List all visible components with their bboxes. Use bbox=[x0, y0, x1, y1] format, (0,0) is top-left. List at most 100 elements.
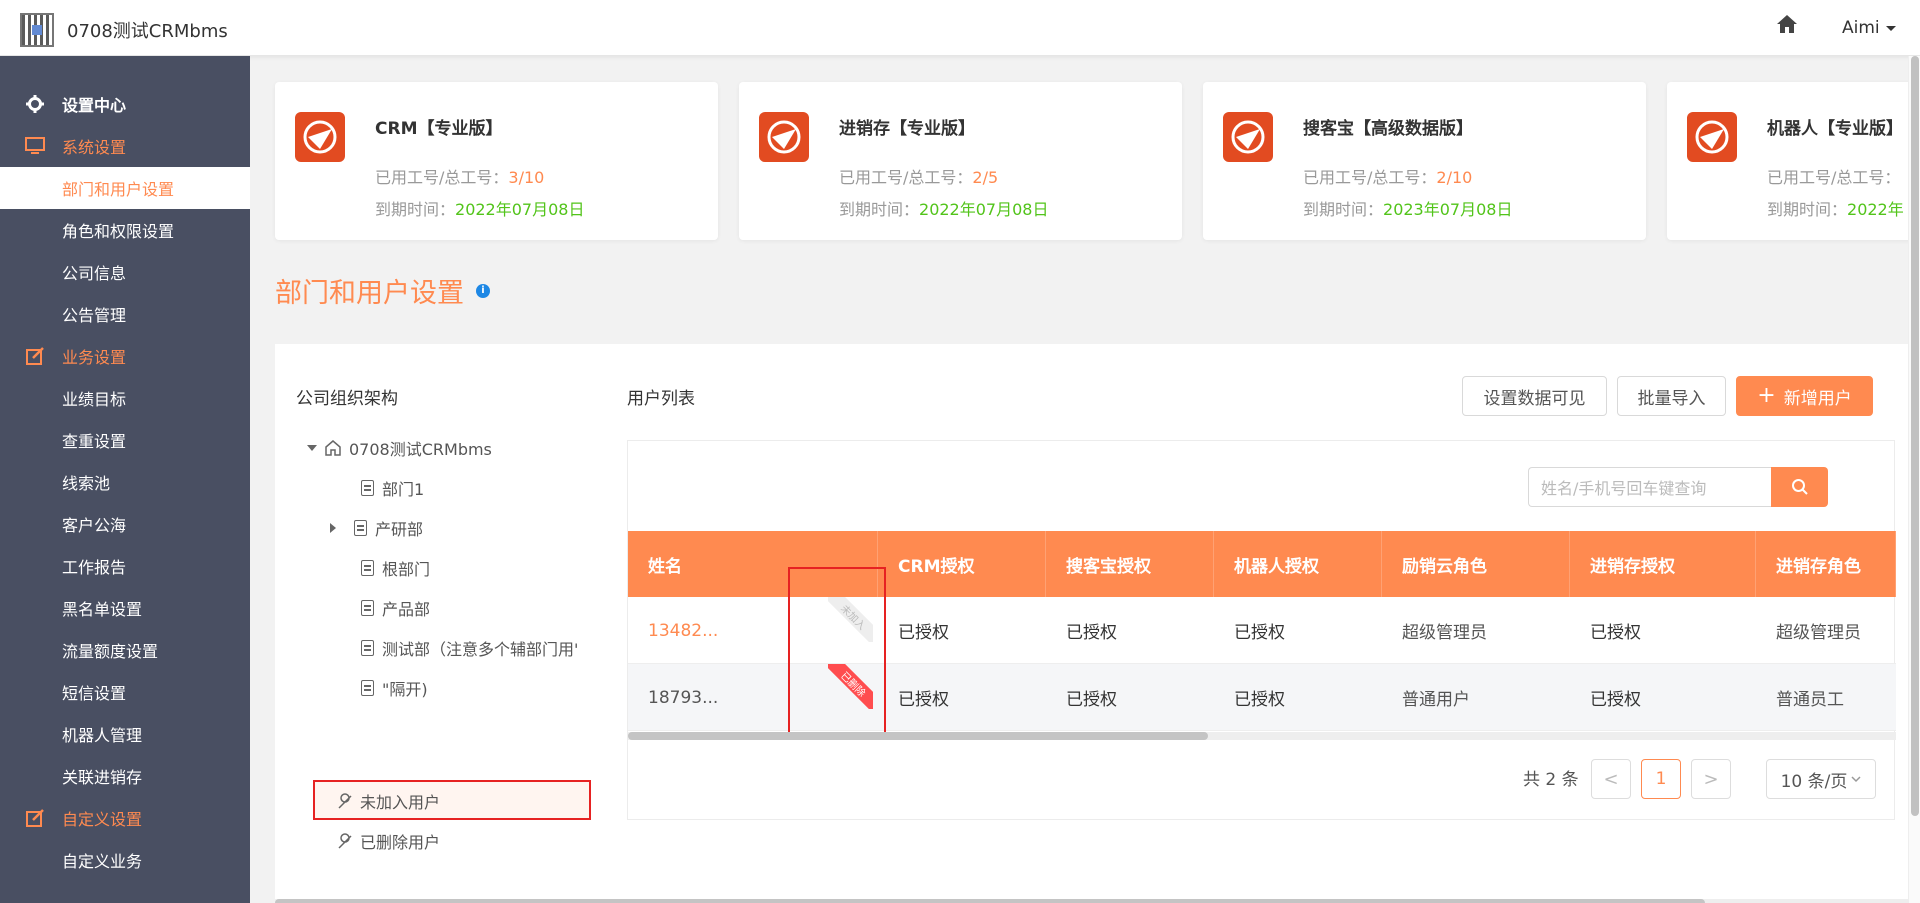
column-header[interactable]: CRM授权 bbox=[878, 531, 1046, 597]
table-cell: 已授权 bbox=[898, 623, 949, 643]
main-content: CRM【专业版】 已用工号/总工号：3/10 到期时间：2022年07月08日 … bbox=[250, 56, 1920, 903]
next-page-button[interactable]: > bbox=[1691, 759, 1731, 799]
product-expiry: 到期时间：2023年07月08日 bbox=[1303, 200, 1513, 219]
scrollbar-thumb[interactable] bbox=[275, 899, 1705, 903]
sidebar-item-label: 公告管理 bbox=[62, 306, 127, 325]
table-cell: 超级管理员 bbox=[1402, 623, 1487, 643]
column-header[interactable]: 进销存角色 bbox=[1756, 531, 1896, 597]
column-header[interactable]: 机器人授权 bbox=[1214, 531, 1382, 597]
sidebar-item-customer-pool[interactable]: 客户公海 bbox=[0, 503, 250, 545]
tree-node-label: 产品部 bbox=[382, 600, 431, 619]
sidebar-item-label: 自定义业务 bbox=[62, 852, 143, 871]
chevron-down-icon bbox=[1885, 25, 1896, 31]
sidebar-item-label: 查重设置 bbox=[62, 432, 127, 451]
batch-import-button[interactable]: 批量导入 bbox=[1617, 376, 1726, 416]
document-icon bbox=[361, 600, 374, 616]
tree-node-dept[interactable]: 产品部 bbox=[361, 596, 430, 620]
caret-down-icon[interactable] bbox=[307, 445, 317, 451]
add-user-button[interactable]: + 新增用户 bbox=[1736, 376, 1873, 416]
sidebar-item-inventory-link[interactable]: 关联进销存 bbox=[0, 755, 250, 797]
tree-node-label: 部门1 bbox=[382, 480, 425, 499]
user-name-link[interactable]: 13482... bbox=[628, 597, 718, 664]
product-seats: 已用工号/总工号：3/10 bbox=[375, 168, 545, 187]
search-icon bbox=[1791, 479, 1808, 495]
tree-node-dept[interactable]: 部门1 bbox=[361, 476, 424, 500]
sidebar-group-settings-center[interactable]: 设置中心 bbox=[0, 83, 250, 125]
tree-root-label: 0708测试CRMbms bbox=[349, 440, 492, 459]
sidebar-item-dept-users[interactable]: 部门和用户设置 bbox=[0, 167, 250, 209]
home-outline-icon bbox=[325, 440, 341, 456]
sidebar-item-custom-business[interactable]: 自定义业务 bbox=[0, 839, 250, 881]
sidebar-item-announcements[interactable]: 公告管理 bbox=[0, 293, 250, 335]
caret-right-icon[interactable] bbox=[330, 523, 336, 533]
column-header[interactable]: 进销存授权 bbox=[1570, 531, 1756, 597]
tree-node-dept[interactable]: 产研部 bbox=[330, 516, 423, 540]
product-seats: 已用工号/总工号：2/10 bbox=[1303, 168, 1473, 187]
table-cell: 已授权 bbox=[898, 690, 949, 710]
scrollbar-thumb[interactable] bbox=[1911, 56, 1919, 816]
tree-root[interactable]: 0708测试CRMbms bbox=[307, 436, 492, 460]
org-tree-title: 公司组织架构 bbox=[296, 389, 398, 409]
sidebar-item-lead-pool[interactable]: 线索池 bbox=[0, 461, 250, 503]
sidebar-item-label: 关联进销存 bbox=[62, 768, 143, 787]
sidebar-item-sms[interactable]: 短信设置 bbox=[0, 671, 250, 713]
table-cell: 已授权 bbox=[1066, 690, 1117, 710]
table-scrollbar[interactable] bbox=[628, 732, 1896, 740]
document-icon bbox=[354, 520, 367, 536]
tree-node-dept[interactable]: 根部门 bbox=[361, 556, 430, 580]
sidebar-item-company-info[interactable]: 公司信息 bbox=[0, 251, 250, 293]
sidebar-group-business[interactable]: 业务设置 bbox=[0, 335, 250, 377]
sidebar-group-custom[interactable]: 自定义设置 bbox=[0, 797, 250, 839]
data-visibility-button[interactable]: 设置数据可见 bbox=[1462, 376, 1607, 416]
qr-logo-icon bbox=[20, 13, 54, 47]
user-remove-icon bbox=[338, 833, 352, 849]
home-icon[interactable] bbox=[1776, 14, 1802, 40]
scrollbar-thumb[interactable] bbox=[628, 732, 1208, 740]
tree-node-dept[interactable]: 测试部（注意多个辅部门用' bbox=[361, 636, 601, 660]
tree-node-dept[interactable]: "隔开) bbox=[361, 676, 428, 700]
search-input[interactable]: 姓名/手机号回车键查询 bbox=[1528, 467, 1771, 507]
prev-page-button[interactable]: < bbox=[1591, 759, 1631, 799]
tree-node-not-joined[interactable]: 未加入用户 bbox=[338, 789, 440, 813]
add-user-label: 新增用户 bbox=[1783, 388, 1852, 409]
sidebar-item-targets[interactable]: 业绩目标 bbox=[0, 377, 250, 419]
page-size-select[interactable]: 10 条/页 bbox=[1766, 759, 1876, 799]
column-header[interactable]: 搜客宝授权 bbox=[1046, 531, 1214, 597]
tree-node-label: "隔开) bbox=[382, 680, 428, 699]
sidebar-group-system[interactable]: 系统设置 bbox=[0, 125, 250, 167]
sidebar-item-label: 业务设置 bbox=[62, 348, 127, 367]
column-header[interactable]: 励销云角色 bbox=[1382, 531, 1570, 597]
user-list-title: 用户列表 bbox=[627, 389, 695, 409]
sidebar-item-robot[interactable]: 机器人管理 bbox=[0, 713, 250, 755]
search-button[interactable] bbox=[1771, 467, 1828, 507]
table-cell: 普通用户 bbox=[1402, 690, 1470, 710]
tree-node-deleted[interactable]: 已删除用户 bbox=[338, 829, 440, 853]
tree-node-label: 产研部 bbox=[375, 520, 424, 539]
sidebar-item-roles[interactable]: 角色和权限设置 bbox=[0, 209, 250, 251]
sidebar-item-work-report[interactable]: 工作报告 bbox=[0, 545, 250, 587]
page-title: 部门和用户设置 i bbox=[275, 271, 490, 310]
product-logo-icon bbox=[1687, 112, 1737, 162]
sidebar-item-blacklist[interactable]: 黑名单设置 bbox=[0, 587, 250, 629]
product-seats: 已用工号/总工号： bbox=[1767, 168, 1901, 187]
sidebar-item-traffic-quota[interactable]: 流量额度设置 bbox=[0, 629, 250, 671]
app-title: 0708测试CRMbms bbox=[67, 21, 228, 42]
user-name[interactable]: 18793... bbox=[628, 664, 718, 731]
top-bar: 0708测试CRMbms Aimi bbox=[0, 0, 1920, 56]
product-card: 搜客宝【高级数据版】 已用工号/总工号：2/10 到期时间：2023年07月08… bbox=[1203, 82, 1646, 240]
product-logo-icon bbox=[1223, 112, 1273, 162]
panel-scrollbar[interactable] bbox=[275, 899, 1920, 903]
product-card: 机器人【专业版】 已用工号/总工号： 到期时间：2022年 bbox=[1667, 82, 1920, 240]
user-menu[interactable]: Aimi bbox=[1842, 18, 1896, 38]
page-button[interactable]: 1 bbox=[1641, 759, 1681, 799]
chevron-down-icon bbox=[1851, 776, 1861, 783]
tree-node-label: 测试部（注意多个辅部门用' bbox=[382, 640, 579, 659]
page-scrollbar[interactable] bbox=[1908, 56, 1920, 903]
info-icon[interactable]: i bbox=[476, 283, 490, 298]
sidebar-item-label: 自定义设置 bbox=[62, 810, 143, 829]
product-expiry: 到期时间：2022年07月08日 bbox=[839, 200, 1049, 219]
document-icon bbox=[361, 480, 374, 496]
tree-node-label: 根部门 bbox=[382, 560, 431, 579]
sidebar-item-duplicate-check[interactable]: 查重设置 bbox=[0, 419, 250, 461]
sidebar-item-label: 设置中心 bbox=[62, 96, 127, 115]
